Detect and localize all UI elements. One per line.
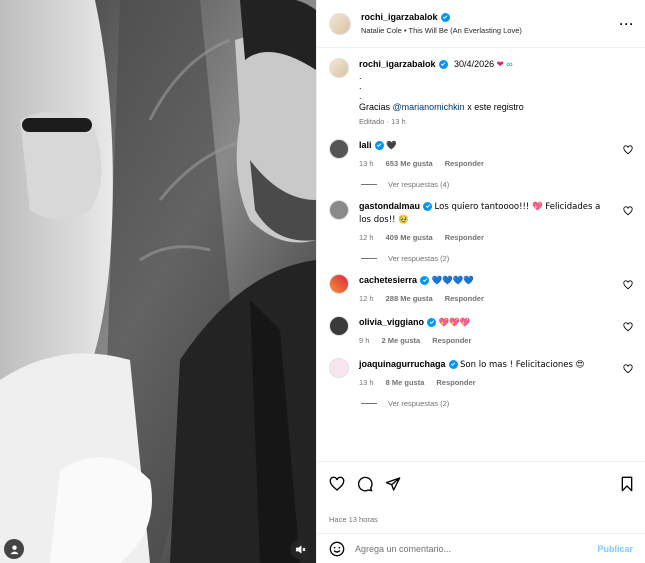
commenter-avatar[interactable] [329,200,349,220]
comment-likes[interactable]: 2 Me gusta [381,335,420,347]
comment-time[interactable]: 13 h [359,158,374,170]
comment-text: 🖤 [386,141,397,151]
heart-icon[interactable] [623,206,633,216]
comment-likes[interactable]: 409 Me gusta [386,232,433,244]
commenter-avatar[interactable] [329,274,349,294]
comment-item: olivia_viggiano 💖💖💖 9 h 2 Me gusta Respo… [329,316,633,347]
infinity-icon: ∞ [506,59,513,69]
couple-photo-illustration [0,0,316,563]
post-details-panel: rochi_igarzabalok Natalie Cole • This Wi… [316,0,645,563]
heart-emoji: ❤ [496,60,504,70]
share-icon[interactable] [385,476,401,492]
author-username[interactable]: rochi_igarzabalok [361,12,450,22]
verified-badge-icon [423,201,433,211]
verified-badge-icon [440,12,450,22]
commenter-avatar[interactable] [329,316,349,336]
post-caption: rochi_igarzabalok 30/4/2026 ❤ ∞ . . . Gr… [329,58,633,128]
comment-time[interactable]: 13 h [359,377,374,389]
post-time-ago[interactable]: Hace 13 horas [317,505,645,533]
music-info[interactable]: Natalie Cole • This Will Be (An Everlast… [361,26,619,35]
bookmark-icon[interactable] [619,476,635,492]
author-avatar[interactable] [329,12,351,35]
heart-icon[interactable] [623,322,633,332]
add-comment-bar: Publicar [317,533,645,563]
comment-item: cachetesierra 💙💙💙💙 12 h 288 Me gusta Res… [329,274,633,305]
comment-item: joaquinagurruchaga Son lo mas ! Felicita… [329,358,633,389]
emoji-icon[interactable] [329,541,345,557]
commenter-username[interactable]: joaquinagurruchaga [359,358,458,370]
post-header: rochi_igarzabalok Natalie Cole • This Wi… [317,0,645,48]
user-tag-icon[interactable] [4,539,24,559]
commenter-username[interactable]: olivia_viggiano [359,316,437,328]
reply-button[interactable]: Responder [432,335,471,347]
heart-icon[interactable] [329,476,345,492]
caption-date: 30/4/2026 [454,59,495,69]
post-photo[interactable] [0,0,316,563]
verified-badge-icon [427,317,437,327]
comment-time[interactable]: 12 h [359,293,374,305]
comment-text: 💖💖💖 [438,318,471,328]
instagram-post-modal: rochi_igarzabalok Natalie Cole • This Wi… [0,0,645,563]
comment-text: 💙💙💙💙 [431,276,474,286]
commenter-avatar[interactable] [329,139,349,159]
reply-button[interactable]: Responder [436,377,475,389]
heart-icon[interactable] [623,145,633,155]
verified-badge-icon [420,275,430,285]
comment-likes[interactable]: 653 Me gusta [386,158,433,170]
view-replies-button[interactable]: Ver respuestas (2) [361,254,633,263]
author-username-text[interactable]: rochi_igarzabalok [361,12,438,22]
reply-button[interactable]: Responder [445,232,484,244]
reply-button[interactable]: Responder [445,158,484,170]
heart-icon[interactable] [623,280,633,290]
verified-badge-icon [438,59,448,69]
comment-text: Son lo mas ! Felicitaciones 😍 [460,360,585,370]
comment-time[interactable]: 12 h [359,232,374,244]
heart-icon[interactable] [623,364,633,374]
publish-button[interactable]: Publicar [597,544,633,554]
caption-author-avatar[interactable] [329,58,349,78]
view-replies-button[interactable]: Ver respuestas (2) [361,399,633,408]
reply-button[interactable]: Responder [445,293,484,305]
commenter-avatar[interactable] [329,358,349,378]
view-replies-button[interactable]: Ver respuestas (4) [361,180,633,189]
comment-icon[interactable] [357,476,373,492]
caption-author-username[interactable]: rochi_igarzabalok [359,58,448,70]
commenter-username[interactable]: lali [359,139,384,151]
commenter-username[interactable]: gastondalmau [359,200,433,212]
comment-input[interactable] [355,543,588,554]
commenter-username[interactable]: cachetesierra [359,274,430,286]
comment-item: gastondalmau Los quiero tantoooo!!! 💖 Fe… [329,200,633,244]
caption-meta: Editado · 13 h [359,117,406,126]
author-meta: rochi_igarzabalok Natalie Cole • This Wi… [361,12,619,35]
comment-likes[interactable]: 8 Me gusta [386,377,425,389]
mention-link[interactable]: @marianomichkin [393,102,465,112]
verified-badge-icon [374,140,384,150]
comment-item: lali 🖤 13 h 653 Me gusta Responder [329,139,633,170]
verified-badge-icon [448,359,458,369]
comments-list[interactable]: rochi_igarzabalok 30/4/2026 ❤ ∞ . . . Gr… [317,48,645,461]
more-options-icon[interactable]: ··· [619,16,635,32]
post-actions-bar [317,461,645,505]
caption-text: Gracias @marianomichkin x este registro [359,102,524,112]
caption-dots: . . . [359,71,362,101]
audio-muted-icon[interactable] [290,539,310,559]
comment-likes[interactable]: 288 Me gusta [386,293,433,305]
comment-time[interactable]: 9 h [359,335,369,347]
